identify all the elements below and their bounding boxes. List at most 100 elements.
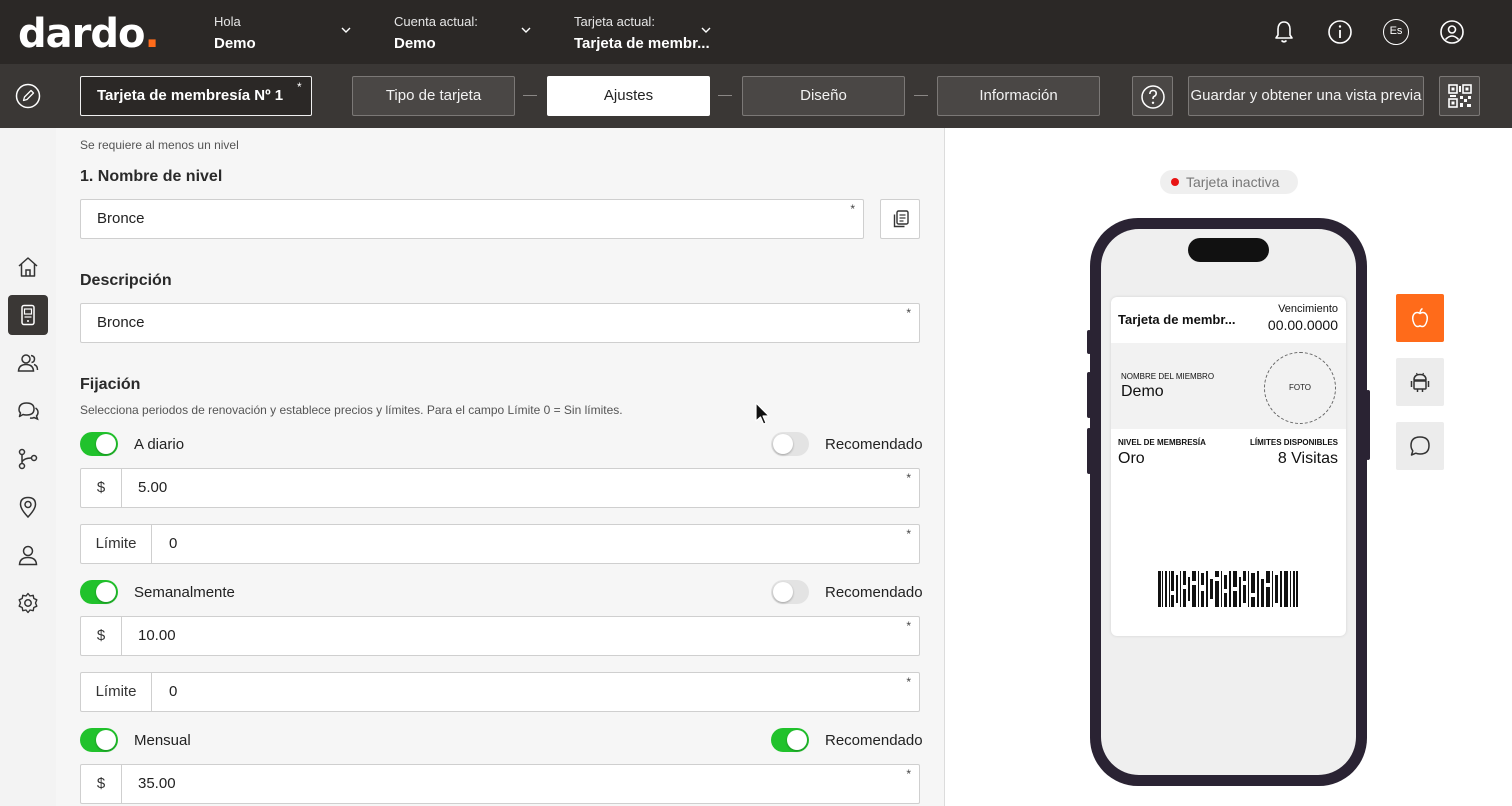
description-input[interactable]: Bronce * [80,303,920,343]
chevron-down-icon[interactable] [340,24,352,36]
copy-icon [893,210,909,228]
android-preview-button[interactable] [1396,358,1444,406]
card-label: Tarjeta actual: [574,14,655,29]
required-mark: * [906,471,911,485]
required-mark: * [906,527,911,541]
step-separator [914,95,928,96]
currency-prefix: $ [81,765,122,803]
monthly-price-value: 35.00 [138,775,176,792]
qr-code-button[interactable] [1439,76,1480,116]
tab-information[interactable]: Información [937,76,1100,116]
bell-icon[interactable] [1271,19,1297,45]
required-mark: * [906,619,911,633]
recommended-label: Recomendado [825,436,923,453]
monthly-enabled-toggle[interactable] [80,728,118,752]
status-dot [1171,178,1179,186]
daily-price-input[interactable]: $ 5.00 * [80,468,920,508]
home-icon [18,257,38,277]
barcode-image [1158,571,1298,607]
card-dropdown[interactable]: Tarjeta actual: Tarjeta de membr... [574,14,710,55]
step-separator [523,95,537,96]
card-name-field[interactable]: Tarjeta de membresía Nº 1 [80,76,312,116]
users-icon [17,354,39,372]
user-account-icon[interactable] [1439,19,1465,45]
sidebar-item-locations[interactable] [8,487,48,527]
limits-label: LÍMITES DISPONIBLES [1249,438,1338,447]
required-mark: * [297,80,302,94]
language-icon[interactable]: Es [1383,19,1409,45]
sidebar-item-cards[interactable] [8,295,48,335]
wallet-pass-preview: Tarjeta de membr... Vencimiento 00.00.00… [1111,297,1346,636]
recommended-label: Recomendado [825,584,923,601]
daily-enabled-toggle[interactable] [80,432,118,456]
greeting-label: Hola [214,14,241,29]
settings-icon [18,592,38,614]
account-value: Demo [394,35,436,52]
card-value: Tarjeta de membr... [574,35,710,52]
account-label: Cuenta actual: [394,14,478,29]
photo-placeholder: FOTO [1264,352,1336,424]
sidebar-item-settings[interactable] [8,583,48,623]
tier-hint: Se requiere al menos un nivel [80,138,239,152]
phone-dynamic-island [1188,238,1269,262]
tab-settings[interactable]: Ajustes [547,76,710,116]
sidebar-item-messages[interactable] [8,391,48,431]
member-value: Demo [1121,383,1164,400]
weekly-limit-input[interactable]: Límite 0 * [80,672,920,712]
message-preview-button[interactable] [1396,422,1444,470]
duplicate-tier-button[interactable] [880,199,920,239]
edit-pencil-icon[interactable] [15,83,41,109]
greeting-dropdown[interactable]: Hola Demo [214,14,256,55]
dardo-logo[interactable]: dardo. [18,12,160,56]
sidebar-item-home[interactable] [8,247,48,287]
apple-wallet-preview-button[interactable] [1396,294,1444,342]
pricing-title: Fijación [80,376,141,393]
expiry-value: 00.00.0000 [1267,317,1338,333]
weekly-enabled-toggle[interactable] [80,580,118,604]
expiry-label: Vencimiento [1278,303,1338,315]
currency-prefix: $ [81,617,122,655]
weekly-limit-value: 0 [169,683,178,700]
pass-title: Tarjeta de membr... [1118,312,1236,327]
message-icon [1410,436,1430,456]
tier-name-input[interactable]: Bronce * [80,199,864,239]
daily-recommended-toggle[interactable] [771,432,809,456]
member-label: NOMBRE DEL MIEMBRO [1121,372,1215,381]
limits-value: 8 Visitas [1277,450,1338,467]
info-icon[interactable] [1327,19,1353,45]
user-icon [18,545,38,566]
monthly-price-input[interactable]: $ 35.00 * [80,764,920,804]
tier-name-value: Bronce [97,210,145,227]
daily-limit-input[interactable]: Límite 0 * [80,524,920,564]
mouse-cursor-icon [755,402,770,425]
chat-icon [18,402,39,421]
recommended-label: Recomendado [825,732,923,749]
tab-card-type[interactable]: Tipo de tarjeta [352,76,515,116]
sidebar-item-flows[interactable] [8,439,48,479]
qr-code-icon [1448,84,1472,108]
description-value: Bronce [97,314,145,331]
sidebar-item-staff[interactable] [8,535,48,575]
monthly-recommended-toggle[interactable] [771,728,809,752]
description-title: Descripción [80,272,172,289]
help-button[interactable] [1132,76,1173,116]
card-name-value: Tarjeta de membresía Nº 1 [97,87,284,104]
currency-prefix: $ [81,469,122,507]
required-mark: * [906,767,911,781]
sidebar-item-customers[interactable] [8,343,48,383]
chevron-down-icon[interactable] [700,24,712,36]
daily-price-value: 5.00 [138,479,168,496]
save-preview-button[interactable]: Guardar y obtener una vista previa [1188,76,1424,116]
limit-prefix: Límite [81,525,152,563]
required-mark: * [850,202,855,216]
level-label: NIVEL DE MEMBRESÍA [1118,438,1206,447]
apple-icon [1411,307,1429,328]
chevron-down-icon[interactable] [520,24,532,36]
tab-design[interactable]: Diseño [742,76,905,116]
weekly-price-input[interactable]: $ 10.00 * [80,616,920,656]
weekly-recommended-toggle[interactable] [771,580,809,604]
greeting-value: Demo [214,35,256,52]
account-dropdown[interactable]: Cuenta actual: Demo [394,14,478,55]
daily-limit-value: 0 [169,535,178,552]
step-separator [718,95,732,96]
